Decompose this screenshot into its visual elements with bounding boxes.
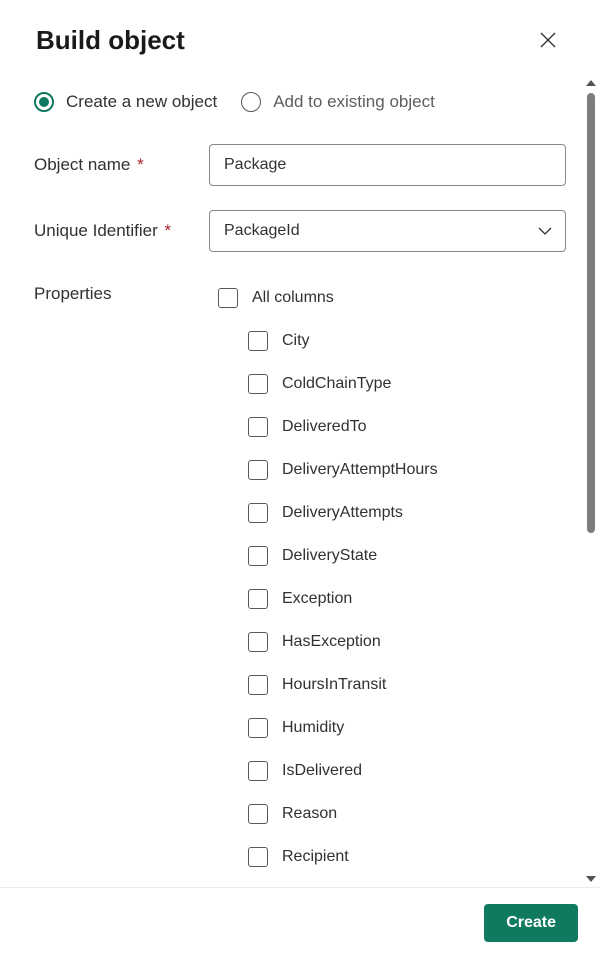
checkbox-property[interactable]: DeliveryAttempts xyxy=(218,491,566,534)
checkbox-label: IsDelivered xyxy=(282,762,362,780)
checkbox-property[interactable]: Reason xyxy=(218,792,566,835)
checkbox-label: Humidity xyxy=(282,719,344,737)
dialog-title: Build object xyxy=(36,25,185,56)
checkbox-property[interactable]: Recipient xyxy=(218,835,566,878)
checkbox-icon xyxy=(248,675,268,695)
checkbox-icon xyxy=(248,718,268,738)
checkbox-label: DeliveryAttempts xyxy=(282,504,403,522)
unique-identifier-label: Unique Identifier * xyxy=(34,221,209,241)
checkbox-icon xyxy=(248,546,268,566)
checkbox-label: City xyxy=(282,332,310,350)
radio-create-new[interactable]: Create a new object xyxy=(34,92,217,112)
properties-label: Properties xyxy=(34,276,209,304)
unique-identifier-select[interactable]: PackageId xyxy=(209,210,566,252)
checkbox-label: HasException xyxy=(282,633,381,651)
checkbox-icon xyxy=(248,804,268,824)
dialog-footer: Create xyxy=(0,887,600,958)
checkbox-icon xyxy=(248,761,268,781)
object-name-row: Object name * xyxy=(34,144,566,186)
checkbox-label: All columns xyxy=(252,289,334,307)
checkbox-label: Recipient xyxy=(282,848,349,866)
dialog-body: Create a new object Add to existing obje… xyxy=(0,74,600,887)
checkbox-label: ColdChainType xyxy=(282,375,391,393)
checkbox-all-columns[interactable]: All columns xyxy=(218,276,566,319)
scroll-up-arrow-icon[interactable] xyxy=(582,74,599,91)
checkbox-icon xyxy=(218,288,238,308)
close-icon xyxy=(539,31,557,49)
checkbox-property[interactable]: City xyxy=(218,319,566,362)
create-button[interactable]: Create xyxy=(484,904,578,942)
properties-row: Properties All columns City ColdChainType… xyxy=(34,276,566,878)
checkbox-icon xyxy=(248,847,268,867)
object-name-label: Object name * xyxy=(34,155,209,175)
checkbox-label: HoursInTransit xyxy=(282,676,386,694)
radio-add-existing[interactable]: Add to existing object xyxy=(241,92,435,112)
checkbox-label: Exception xyxy=(282,590,352,608)
checkbox-property[interactable]: Exception xyxy=(218,577,566,620)
dialog-header: Build object xyxy=(0,0,600,74)
checkbox-label: DeliveryAttemptHours xyxy=(282,461,438,479)
checkbox-property[interactable]: HoursInTransit xyxy=(218,663,566,706)
checkbox-property[interactable]: IsDelivered xyxy=(218,749,566,792)
radio-selected-icon xyxy=(34,92,54,112)
properties-list: All columns City ColdChainType DeliveredTo… xyxy=(209,276,566,878)
scroll-thumb[interactable] xyxy=(587,93,595,533)
scroll-down-arrow-icon[interactable] xyxy=(582,870,599,887)
build-object-dialog: Build object Create a new object Add to … xyxy=(0,0,600,958)
checkbox-icon xyxy=(248,331,268,351)
checkbox-label: DeliveryState xyxy=(282,547,377,565)
radio-label: Create a new object xyxy=(66,92,217,112)
checkbox-icon xyxy=(248,632,268,652)
checkbox-label: DeliveredTo xyxy=(282,418,366,436)
select-value: PackageId xyxy=(224,222,300,240)
checkbox-icon xyxy=(248,503,268,523)
checkbox-label: Reason xyxy=(282,805,337,823)
object-name-input[interactable] xyxy=(209,144,566,186)
checkbox-icon xyxy=(248,589,268,609)
scrollbar[interactable] xyxy=(582,74,599,887)
radio-label: Add to existing object xyxy=(273,92,435,112)
checkbox-property[interactable]: HasException xyxy=(218,620,566,663)
checkbox-property[interactable]: Humidity xyxy=(218,706,566,749)
unique-identifier-row: Unique Identifier * PackageId xyxy=(34,210,566,252)
mode-radio-group: Create a new object Add to existing obje… xyxy=(34,92,566,112)
checkbox-property[interactable]: ColdChainType xyxy=(218,362,566,405)
radio-unselected-icon xyxy=(241,92,261,112)
close-button[interactable] xyxy=(532,24,564,56)
checkbox-icon xyxy=(248,417,268,437)
checkbox-property[interactable]: DeliveredTo xyxy=(218,405,566,448)
checkbox-property[interactable]: DeliveryAttemptHours xyxy=(218,448,566,491)
checkbox-icon xyxy=(248,460,268,480)
checkbox-property[interactable]: DeliveryState xyxy=(218,534,566,577)
checkbox-icon xyxy=(248,374,268,394)
